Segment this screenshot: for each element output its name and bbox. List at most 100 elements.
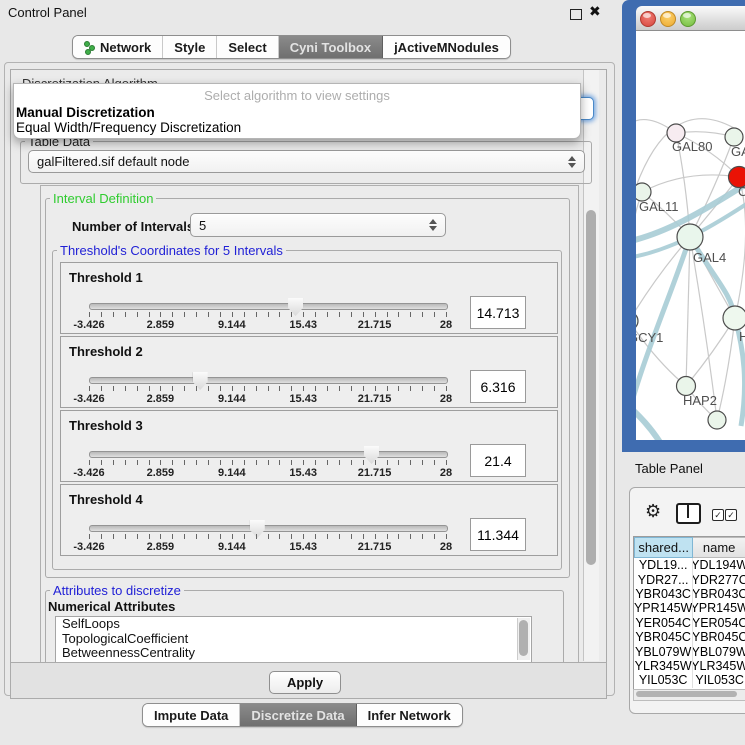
threshold-value-field[interactable]: 6.316 [470,370,526,403]
table-row[interactable]: YLR345WYLR345W [634,659,745,673]
table-cell: YIL053C [693,673,745,687]
table-row[interactable]: YPR145WYPR145W [634,601,745,615]
combo-spinner-icon [429,219,437,231]
threshold-coordinates-title: Threshold's Coordinates for 5 Intervals [57,244,286,257]
table-cell: YBR043C [634,587,693,601]
slider-ticks [89,460,446,466]
attribute-item-selfloops[interactable]: SelfLoops [56,617,531,632]
network-node-h[interactable] [723,306,745,330]
slider-track[interactable] [89,451,448,458]
table-row[interactable]: YDL19...YDL194W [634,558,745,572]
tick-label: -3.426 [73,541,104,553]
threshold-label: Threshold 4 [69,492,143,507]
tick-label: -3.426 [73,467,104,479]
network-icon [84,41,95,54]
popup-item-equal-width-frequency-discretization[interactable]: Equal Width/Frequency Discretization [14,120,580,135]
table-row[interactable]: YDR27...YDR277C [634,572,745,586]
application-window: Control Panel ✖ NetworkStyleSelect Cyni T… [0,0,745,745]
tab-label: Infer Network [368,708,451,723]
column-header-name[interactable]: name [693,537,745,558]
slider-track[interactable] [89,303,448,310]
table-row[interactable]: YER054CYER054C [634,616,745,630]
threshold-value-field[interactable]: 14.713 [470,296,526,329]
attributes-list-scrollbar[interactable] [517,618,530,660]
tick-label: 2.859 [147,541,175,553]
scrollbar-thumb[interactable] [586,210,596,565]
tab-label: Cyni Toolbox [290,40,371,55]
network-edge [717,318,735,420]
slider-ticks [89,534,446,540]
tab-label: Discretize Data [251,708,344,723]
table-row[interactable]: YBL079WYBL079W [634,644,745,658]
table-cell: YPR145W [634,601,693,615]
table-cell: YBL079W [634,644,693,658]
number-of-intervals-combobox[interactable]: 5 [190,213,446,237]
checkbox-icon[interactable]: ✓ [725,509,737,521]
slider-ticks [89,386,446,392]
tab-impute-data[interactable]: Impute Data [143,704,240,726]
table-cell: YDL19... [634,558,693,572]
network-node-label: H [739,329,745,344]
tab-network[interactable]: Network [73,36,163,58]
tab-cyni-toolbox[interactable]: Cyni Toolbox [279,36,383,58]
slider-track[interactable] [89,377,448,384]
network-node-label: GCY1 [636,330,663,345]
threshold-value-field[interactable]: 21.4 [470,444,526,477]
tick-label: 2.859 [147,467,175,479]
network-node-label: C [738,184,745,199]
threshold-panel-2: Threshold 2-3.4262.8599.14415.4321.71528… [60,336,558,408]
network-node-label: GAL80 [672,139,712,154]
table-cell: YPR145W [693,601,745,615]
table-cell: YLR345W [693,659,745,673]
table-row[interactable]: YBR045CYBR045C [634,630,745,644]
table-horizontal-scrollbar[interactable] [633,689,745,701]
tab-style[interactable]: Style [163,36,217,58]
table-cell: YBR043C [693,587,745,601]
node-attribute-table[interactable]: shared...name YDL19...YDL194WYDR27...YDR… [633,536,745,690]
network-node[interactable] [708,411,726,429]
minimize-traffic-light-icon[interactable] [660,11,676,27]
attributes-group-title: Attributes to discretize [50,584,184,597]
network-node-label: GAL [731,144,745,159]
close-traffic-light-icon[interactable] [640,11,656,27]
scrollbar-thumb[interactable] [519,620,528,656]
threshold-value-field[interactable]: 11.344 [470,518,526,551]
tab-infer-network[interactable]: Infer Network [357,704,462,726]
network-canvas[interactable]: GAL80GALCGAL11GAL4GCY1HHAP2 [636,31,745,440]
popup-item-manual-discretization[interactable]: Manual Discretization [14,105,580,120]
float-window-icon[interactable] [570,9,582,20]
slider-track[interactable] [89,525,448,532]
tick-label: 21.715 [358,467,392,479]
tab-select[interactable]: Select [217,36,278,58]
scrollbar-thumb[interactable] [636,691,737,697]
tab-jactivemnodules[interactable]: jActiveMNodules [383,36,510,58]
network-node-gal4[interactable] [677,224,703,250]
network-node-label: GAL11 [639,199,679,214]
table-data-combobox[interactable]: galFiltered.sif default node [28,150,585,173]
table-cell: YDL194W [693,558,745,572]
threshold-panel-4: Threshold 4-3.4262.8599.14415.4321.71528… [60,484,558,556]
number-of-intervals-value: 5 [199,218,206,233]
tick-label: 28 [440,393,452,405]
checkbox-icon[interactable]: ✓ [712,509,724,521]
network-edge-thick [636,399,664,440]
attribute-item-betweennesscentrality[interactable]: BetweennessCentrality [56,646,531,661]
network-node-gcy1[interactable] [636,312,638,330]
column-header-shared[interactable]: shared... [634,537,693,558]
column-layout-icon[interactable] [676,503,701,524]
attribute-item-topologicalcoefficient[interactable]: TopologicalCoefficient [56,632,531,647]
network-edge [642,175,739,192]
control-panel-title: Control Panel [8,5,87,20]
tick-label: 28 [440,319,452,331]
tick-label: 9.144 [218,319,246,331]
interval-definition-title: Interval Definition [50,192,156,205]
gear-icon[interactable]: ⚙ [645,501,661,522]
zoom-traffic-light-icon[interactable] [680,11,696,27]
tab-discretize-data[interactable]: Discretize Data [240,704,356,726]
apply-button[interactable]: Apply [269,671,341,694]
numerical-attributes-list[interactable]: SelfLoopsTopologicalCoefficientBetweenne… [55,616,532,663]
table-row[interactable]: YIL053CYIL053C [634,673,745,687]
close-icon[interactable]: ✖ [589,3,601,20]
table-row[interactable]: YBR043CYBR043C [634,587,745,601]
popup-hint: Select algorithm to view settings [14,84,580,105]
